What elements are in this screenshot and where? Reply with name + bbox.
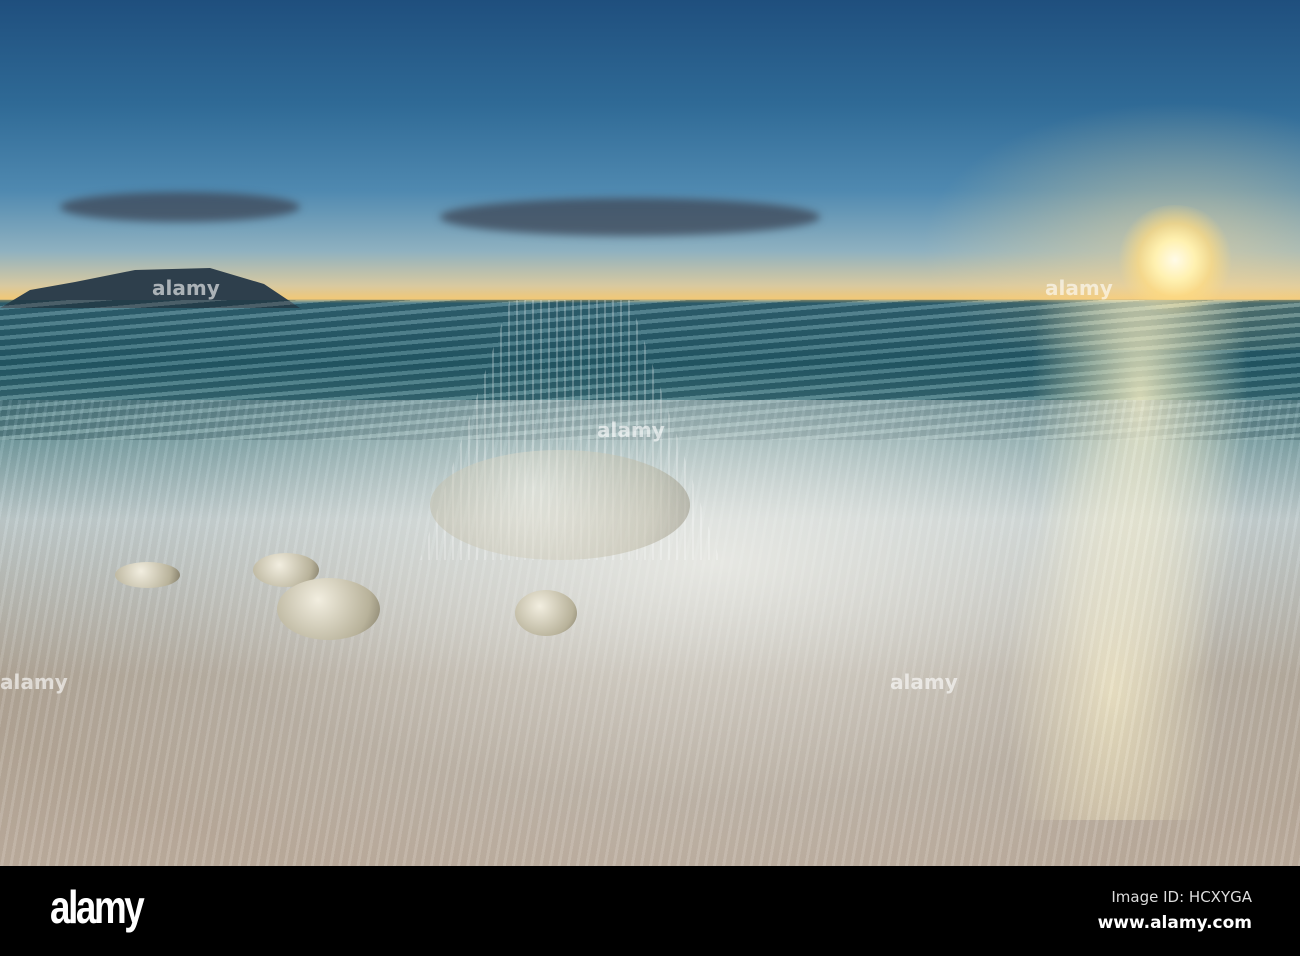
rock [515,590,577,636]
cloud [60,192,300,222]
rock [115,562,180,588]
watermark: alamy [152,276,220,300]
rock [430,450,690,560]
cloud [440,198,820,236]
beach-sunset-photo: alamy alamy alamy alamy alamy [0,0,1300,866]
footer-bar [0,866,1300,956]
watermark: alamy [597,418,665,442]
site-url: www.alamy.com [1097,913,1252,933]
watermark: alamy [1045,276,1113,300]
alamy-logo: alamy [50,881,145,933]
rock [277,578,380,640]
watermark: alamy [890,670,958,694]
sun [1115,205,1235,315]
watermark: alamy [0,670,68,694]
image-id: Image ID: HCXYGA [1111,888,1252,906]
